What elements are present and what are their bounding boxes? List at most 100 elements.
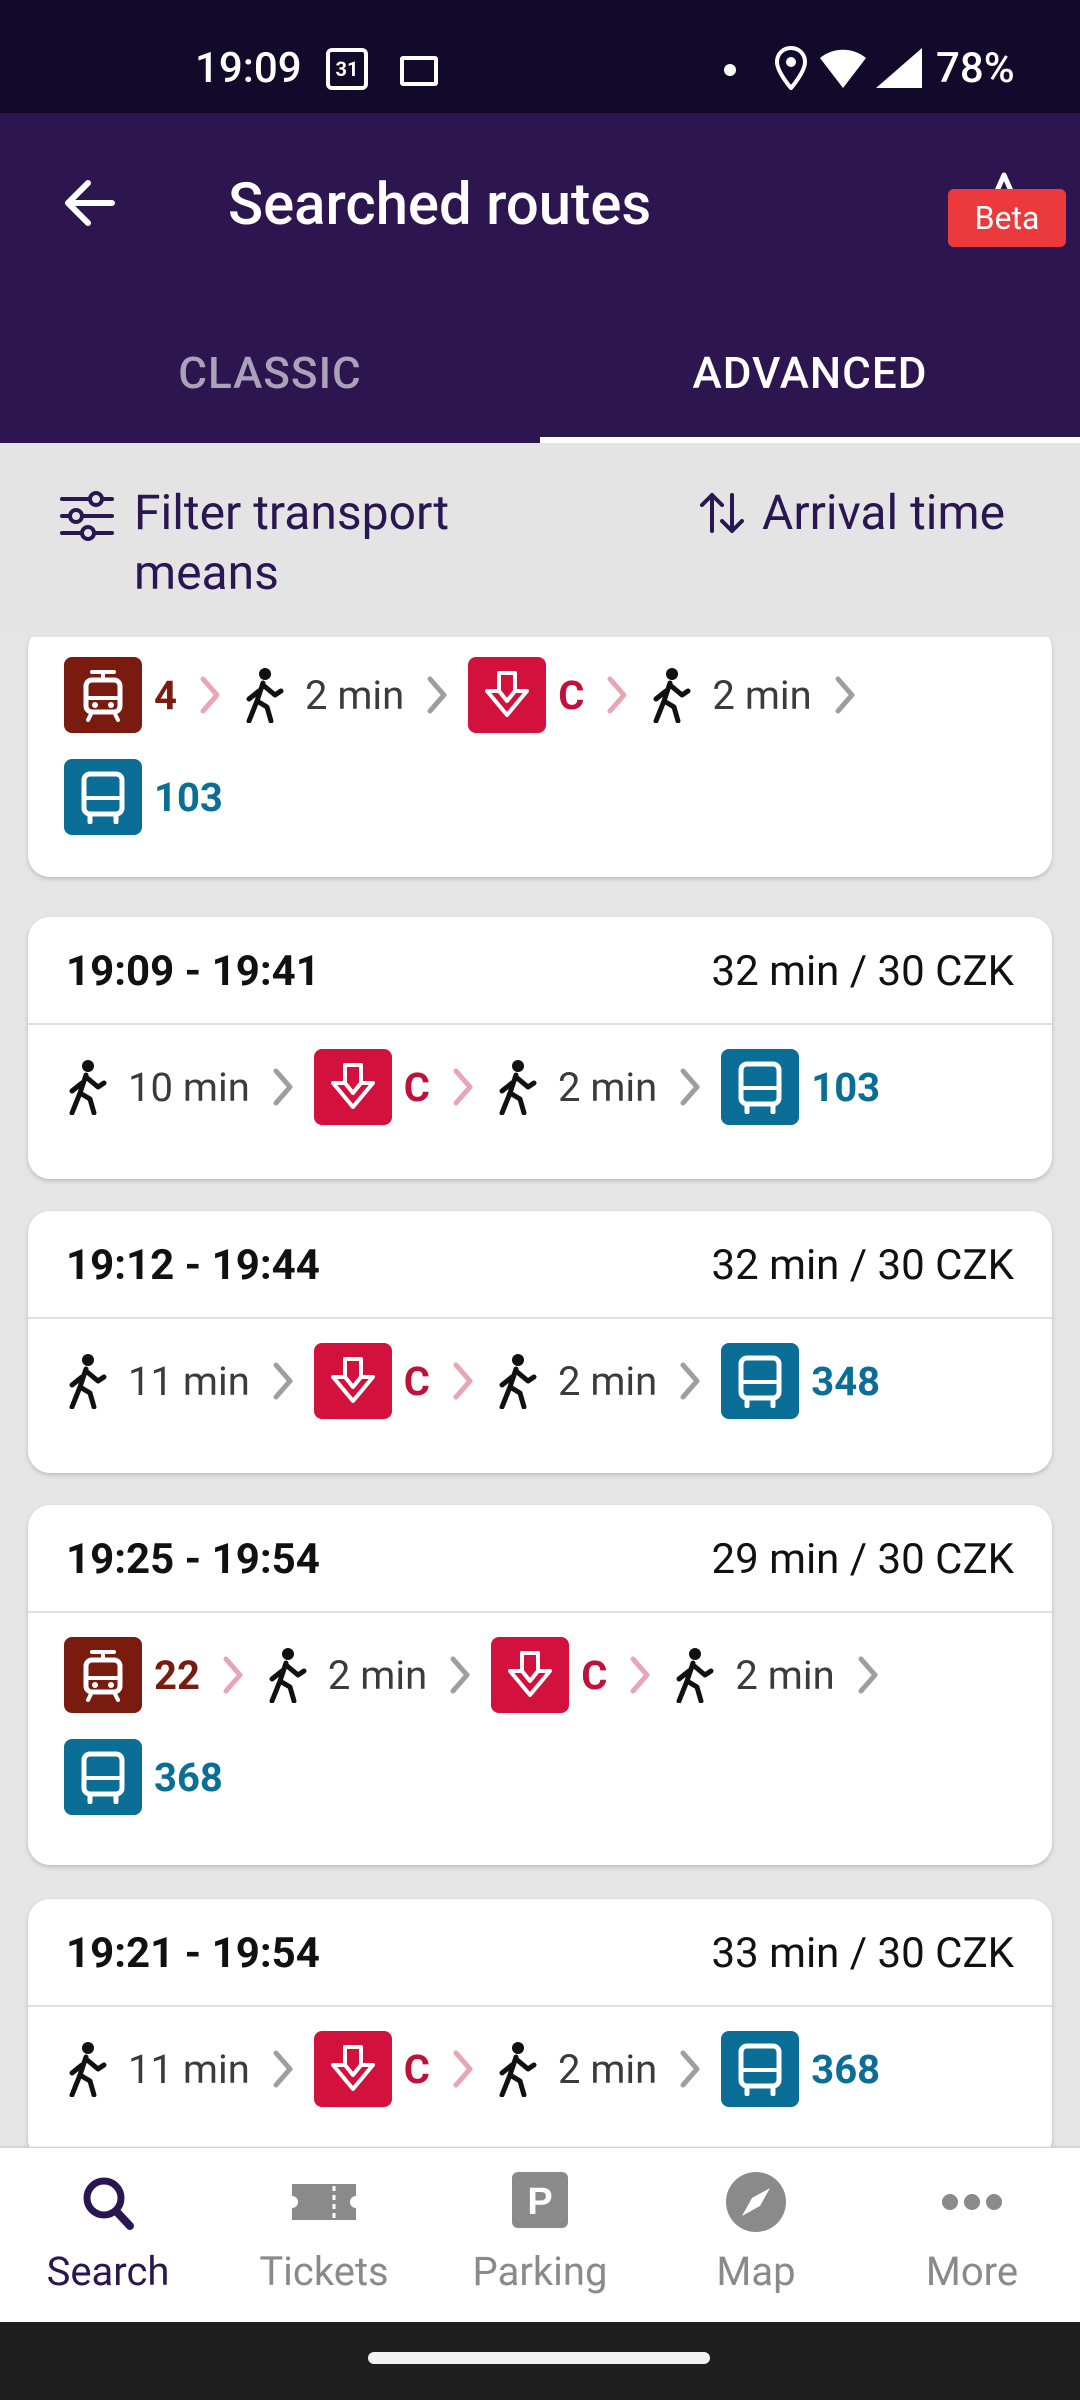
bus-line-number: 103 xyxy=(154,773,223,821)
walking-person-icon xyxy=(269,1648,307,1703)
nav-search-label: Search xyxy=(46,2248,170,2295)
route-time-range: 19:21 - 19:54 xyxy=(66,1929,320,1978)
chevron-right-icon xyxy=(453,2050,473,2088)
walk-duration: 11 min xyxy=(128,2045,250,2093)
chevron-right-icon xyxy=(273,1068,293,1106)
walk-duration: 2 min xyxy=(304,671,405,719)
wifi-icon xyxy=(820,49,866,88)
chevron-right-icon xyxy=(453,1362,473,1400)
location-icon xyxy=(774,46,808,90)
back-arrow-icon[interactable] xyxy=(58,171,122,235)
chevron-right-icon xyxy=(607,676,627,714)
tab-advanced-label: ADVANCED xyxy=(692,347,928,399)
route-legs-row: 103 xyxy=(64,757,223,837)
nav-search[interactable]: Search xyxy=(0,2148,216,2322)
chevron-right-icon xyxy=(450,1656,470,1694)
svg-text:P: P xyxy=(527,2181,552,2223)
walk-duration: 2 min xyxy=(557,2045,658,2093)
chevron-right-icon xyxy=(200,676,220,714)
gesture-bar xyxy=(0,2322,1080,2400)
nav-more[interactable]: More xyxy=(864,2148,1080,2322)
notification-dot-icon xyxy=(724,64,736,76)
sort-button[interactable]: Arrival time xyxy=(696,483,1005,543)
metro-icon xyxy=(313,1049,392,1125)
chevron-right-icon xyxy=(835,676,855,714)
sort-label: Arrival time xyxy=(762,484,1006,541)
route-legs-row: 368 xyxy=(64,1737,223,1817)
filter-transport-label: Filter transport means xyxy=(134,484,450,601)
tab-advanced[interactable]: ADVANCED xyxy=(540,303,1080,443)
tram-line-number: 4 xyxy=(154,671,177,719)
route-card-header: 19:09 - 19:41 32 min / 30 CZK xyxy=(28,917,1052,1025)
walk-duration: 2 min xyxy=(327,1651,428,1699)
filter-bar: Filter transport means Arrival time xyxy=(0,443,1080,637)
route-card-header: 19:12 - 19:44 32 min / 30 CZK xyxy=(28,1211,1052,1319)
chevron-right-icon xyxy=(273,1362,293,1400)
walking-person-icon xyxy=(69,1354,107,1409)
battery-level: 78% xyxy=(936,44,1015,93)
bus-line-number: 103 xyxy=(811,1063,881,1111)
beta-badge: Beta xyxy=(948,189,1066,247)
route-card-header: 19:21 - 19:54 33 min / 30 CZK xyxy=(28,1899,1052,2007)
walking-person-icon xyxy=(676,1648,714,1703)
walking-person-icon xyxy=(653,668,691,723)
chevron-right-icon xyxy=(427,676,447,714)
filter-sliders-icon xyxy=(60,491,114,541)
nav-tickets-label: Tickets xyxy=(259,2248,389,2295)
nav-map[interactable]: Map xyxy=(648,2148,864,2322)
route-duration-price: 33 min / 30 CZK xyxy=(711,1929,1014,1978)
nav-tickets[interactable]: Tickets xyxy=(216,2148,432,2322)
bus-icon xyxy=(721,1049,800,1125)
home-indicator[interactable] xyxy=(368,2352,710,2364)
route-legs-row: 11 min C 2 min 348 xyxy=(64,1341,880,1421)
walk-duration: 11 min xyxy=(128,1357,250,1405)
bus-line-number: 348 xyxy=(811,1357,881,1405)
route-time-range: 19:25 - 19:54 xyxy=(66,1535,320,1584)
chevron-right-icon xyxy=(273,2050,293,2088)
nav-parking-label: Parking xyxy=(472,2248,608,2295)
metro-icon xyxy=(468,657,547,733)
tram-icon xyxy=(64,1637,142,1713)
nav-parking[interactable]: P Parking xyxy=(432,2148,648,2322)
filter-transport-button[interactable]: Filter transport means xyxy=(58,483,554,603)
walking-person-icon xyxy=(69,2042,107,2097)
compass-icon xyxy=(726,2172,786,2232)
tab-classic[interactable]: CLASSIC xyxy=(0,303,540,443)
ticket-icon xyxy=(292,2184,356,2220)
chevron-right-icon xyxy=(680,1068,700,1106)
route-duration-price: 29 min / 30 CZK xyxy=(711,1535,1014,1584)
walking-person-icon xyxy=(246,668,284,723)
walk-duration: 2 min xyxy=(735,1651,835,1699)
chevron-right-icon xyxy=(680,2050,700,2088)
route-card[interactable]: 4 2 min C 2 min 103 xyxy=(28,637,1052,877)
walking-person-icon xyxy=(499,1354,537,1409)
walking-person-icon xyxy=(499,1060,537,1115)
signal-icon xyxy=(876,48,922,88)
bus-icon xyxy=(721,1343,800,1419)
search-icon xyxy=(83,2177,134,2230)
route-legs-row: 10 min C 2 min 103 xyxy=(64,1047,880,1127)
route-card[interactable]: 19:21 - 19:54 33 min / 30 CZK 11 min C 2 min… xyxy=(28,1899,1052,2147)
bus-line-number: 368 xyxy=(811,2045,881,2093)
route-card-header: 19:25 - 19:54 29 min / 30 CZK xyxy=(28,1505,1052,1613)
walk-duration: 2 min xyxy=(712,671,812,719)
route-list[interactable]: 4 2 min C 2 min 103 19:09 - 19:41 32 min / 30 … xyxy=(0,637,1080,2147)
gallery-icon xyxy=(400,56,438,86)
metro-line-number: C xyxy=(403,1357,430,1405)
route-legs: 4 2 min C 2 min 103 xyxy=(28,637,1052,877)
chevron-right-icon xyxy=(223,1656,243,1694)
nav-more-label: More xyxy=(925,2248,1019,2295)
app-header: Searched routes CLASSIC ADVANCED xyxy=(0,113,1080,443)
route-card[interactable]: 19:12 - 19:44 32 min / 30 CZK 11 min C 2 min… xyxy=(28,1211,1052,1473)
metro-line-number: C xyxy=(403,2045,430,2093)
route-card[interactable]: 19:25 - 19:54 29 min / 30 CZK 22 2 min C 2 mi… xyxy=(28,1505,1052,1865)
more-icon xyxy=(942,2194,1002,2210)
walk-duration: 2 min xyxy=(557,1357,658,1405)
bus-icon xyxy=(64,1739,142,1815)
metro-icon xyxy=(313,2031,392,2107)
route-time-range: 19:12 - 19:44 xyxy=(66,1241,320,1290)
metro-icon xyxy=(491,1637,570,1713)
sort-arrows-icon xyxy=(700,493,744,533)
route-card[interactable]: 19:09 - 19:41 32 min / 30 CZK 10 min C 2 min… xyxy=(28,917,1052,1179)
nav-map-label: Map xyxy=(716,2248,796,2295)
